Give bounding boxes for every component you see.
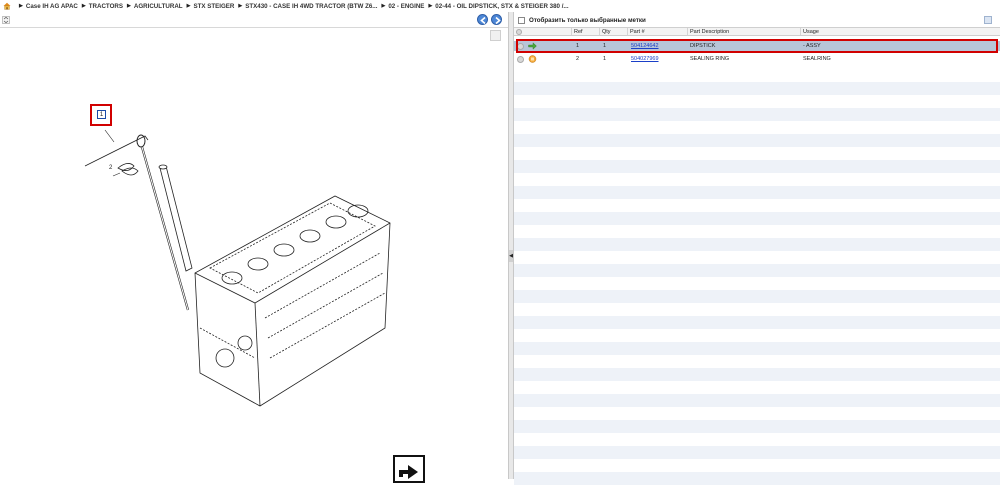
grid-settings-icon[interactable] (984, 16, 992, 24)
diagram-viewer: 1 2 (0, 12, 508, 483)
empty-row-stripe (514, 368, 1000, 381)
show-selected-label: Отобразить только выбранные метки (529, 16, 646, 24)
cell-usage: SEALRING (803, 56, 831, 62)
breadcrumb-item[interactable]: ▶ AGRICULTURAL (123, 3, 183, 10)
part-number-link[interactable]: 504027969 (631, 54, 659, 64)
callout-label[interactable]: 1 (97, 110, 106, 119)
empty-row-stripe (514, 394, 1000, 407)
empty-row-stripe (514, 316, 1000, 329)
empty-row-stripe (514, 108, 1000, 121)
zoom-control-icon[interactable] (2, 16, 10, 24)
viewer-toolbar (0, 12, 508, 28)
column-qty[interactable]: Qty (599, 28, 627, 35)
chevron-right-icon: ▶ (428, 3, 433, 9)
table-row[interactable]: 2 1 504027969 SEALING RING SEALRING (514, 54, 1000, 64)
column-usage[interactable]: Usage (800, 28, 1000, 35)
previous-button[interactable] (477, 14, 488, 25)
callout-ref-2[interactable]: 2 (109, 165, 112, 171)
grid-header: Ref Qty Part # Part Description Usage (514, 27, 1000, 36)
engine-block (194, 195, 391, 407)
empty-row-stripe (514, 238, 1000, 251)
empty-row-stripe (514, 134, 1000, 147)
column-part-number[interactable]: Part # (627, 28, 687, 35)
next-button[interactable] (491, 14, 502, 25)
home-icon[interactable] (3, 2, 11, 10)
breadcrumb-item[interactable]: ▶ 02 - ENGINE (377, 3, 424, 10)
empty-row-stripe (514, 82, 1000, 95)
empty-row-stripe (514, 342, 1000, 355)
breadcrumb-item[interactable]: ▶ STX STEIGER (183, 3, 235, 10)
breadcrumb-item[interactable]: ▶ 02-44 - OIL DIPSTICK, STX & STEIGER 380… (424, 3, 568, 10)
column-ref[interactable]: Ref (571, 28, 601, 35)
callout-highlight[interactable]: 1 (90, 104, 112, 126)
orange-box-icon (528, 55, 537, 63)
show-selected-checkbox[interactable] (518, 16, 525, 24)
empty-row-stripe (514, 186, 1000, 199)
select-all-icon[interactable] (514, 28, 524, 35)
chevron-right-icon: ▶ (381, 3, 386, 9)
empty-row-stripe (514, 290, 1000, 303)
cell-ref: 2 (576, 56, 580, 62)
collapse-arrow-icon[interactable]: ◀ (509, 250, 513, 262)
chevron-right-icon: ▶ (81, 3, 86, 9)
empty-row-stripe (514, 446, 1000, 459)
breadcrumb-item[interactable]: ▶ TRACTORS (78, 3, 123, 10)
empty-row-stripe (514, 420, 1000, 433)
filter-bar: Отобразить только выбранные метки (514, 14, 1000, 26)
row-select-icon[interactable] (517, 55, 524, 63)
chevron-right-icon: ▶ (127, 3, 131, 9)
chevron-right-icon: ▶ (19, 3, 23, 9)
parts-list-panel: Отобразить только выбранные метки Ref Qt… (514, 12, 1000, 485)
empty-row-stripe (514, 212, 1000, 225)
breadcrumb-item[interactable]: ▶ Case IH AG APAC (15, 3, 78, 10)
chevron-right-icon: ▶ (186, 3, 191, 9)
cell-qty: 1 (603, 56, 607, 62)
parts-diagram (84, 129, 391, 407)
arrow-right-icon (495, 16, 501, 25)
chevron-right-icon: ▶ (238, 3, 243, 9)
empty-row-stripe (514, 160, 1000, 173)
column-description[interactable]: Part Description (687, 28, 800, 35)
arrow-left-icon (480, 16, 486, 25)
cell-description: SEALING RING (690, 56, 730, 62)
breadcrumb: ▶ Case IH AG APAC ▶ TRACTORS ▶ AGRICULTURAL… (0, 0, 1000, 12)
selected-row-highlight (516, 39, 998, 53)
breadcrumb-item[interactable]: ▶ STX430 - CASE IH 4WD TRACTOR (BTW Z6... (234, 3, 377, 10)
empty-row-stripe (514, 264, 1000, 277)
